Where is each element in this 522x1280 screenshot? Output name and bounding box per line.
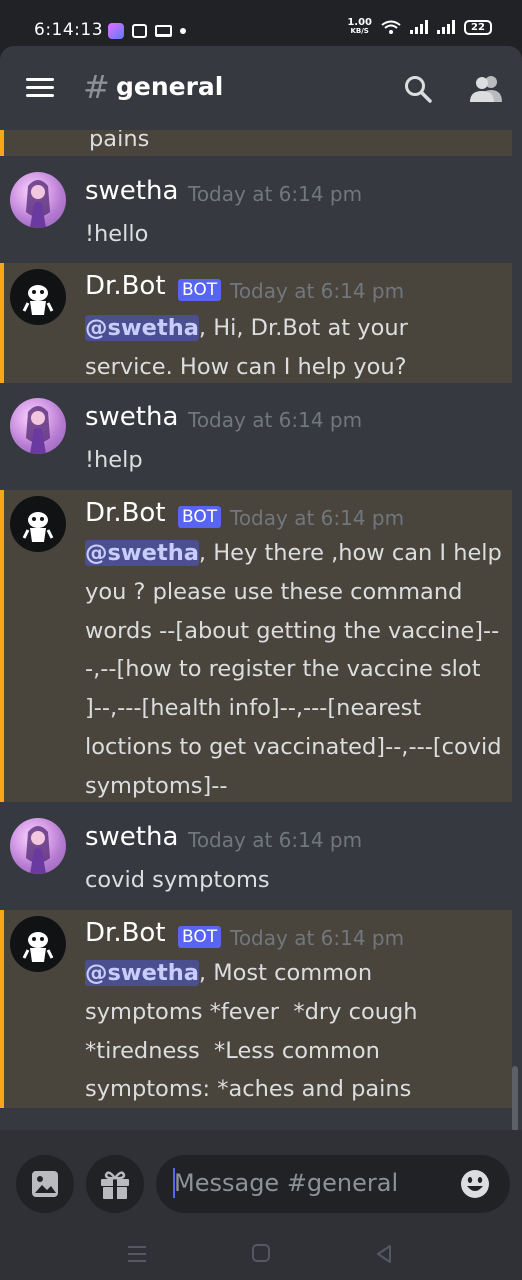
channel-header: # general: [0, 46, 522, 130]
gift-icon: [101, 1171, 129, 1199]
message-body: @swetha, Most common symptoms *fever *dr…: [85, 954, 495, 1109]
search-icon[interactable]: [404, 75, 432, 103]
user-mention[interactable]: @swetha: [85, 540, 199, 566]
avatar[interactable]: [10, 916, 66, 972]
message-input-placeholder: Message #general: [174, 1169, 399, 1197]
avatar[interactable]: [10, 398, 66, 454]
user-mention[interactable]: @swetha: [85, 315, 199, 341]
message-body: !help: [85, 447, 143, 473]
message-body: @swetha, Hey there ,how can I help you ?…: [85, 534, 503, 806]
bot-tag: BOT: [178, 926, 222, 948]
system-icons: 1.00 KB/S 22: [347, 18, 492, 36]
members-icon[interactable]: [470, 74, 502, 104]
message-composer: Message #general: [0, 1130, 522, 1230]
bot-avatar-image: [22, 285, 54, 315]
message-timestamp: Today at 6:14 pm: [188, 182, 363, 206]
net-speed: 1.00 KB/S: [347, 18, 372, 36]
message-timestamp: Today at 6:14 pm: [230, 506, 405, 530]
message-body: pains: [89, 130, 150, 152]
app-notification-icon: [108, 23, 124, 39]
avatar[interactable]: [10, 818, 66, 874]
author-name[interactable]: swetha: [85, 402, 178, 432]
status-bar: 6:14:13 1.00 KB/S 22: [0, 0, 522, 46]
message-body: @swetha, Hi, Dr.Bot at your service. How…: [85, 309, 495, 387]
signal-icon-2: [437, 20, 455, 34]
message-timestamp: Today at 6:14 pm: [230, 926, 405, 950]
more-notifications-icon: [180, 28, 186, 34]
channel-hash-icon: #: [83, 68, 110, 106]
menu-icon[interactable]: [26, 78, 54, 98]
author-name[interactable]: Dr.Bot: [85, 918, 166, 948]
notification-icons: [108, 22, 186, 40]
bot-tag: BOT: [178, 279, 222, 301]
message-item[interactable]: Dr.Bot BOT Today at 6:14 pm @swetha, Hey…: [0, 490, 512, 802]
image-upload-icon: [32, 1171, 58, 1197]
avatar[interactable]: [10, 269, 66, 325]
bot-avatar-image: [22, 512, 54, 542]
user-avatar-image: [26, 406, 50, 454]
user-avatar-image: [26, 180, 50, 228]
author-name[interactable]: Dr.Bot: [85, 271, 166, 301]
wifi-icon: [381, 20, 401, 34]
avatar[interactable]: [10, 172, 66, 228]
laptop-notification-icon: [155, 25, 172, 37]
author-name[interactable]: swetha: [85, 176, 178, 206]
author-name[interactable]: Dr.Bot: [85, 498, 166, 528]
user-avatar-image: [26, 826, 50, 874]
scrollbar[interactable]: [512, 1066, 518, 1130]
message-item[interactable]: Dr.Bot BOT Today at 6:14 pm @swetha, Hi,…: [0, 263, 512, 383]
message-timestamp: Today at 6:14 pm: [230, 279, 405, 303]
text-caret: [173, 1168, 175, 1198]
message-item[interactable]: swetha Today at 6:14 pm !hello: [0, 166, 512, 262]
battery-icon: 22: [464, 19, 492, 35]
screenshot-notification-icon: [132, 24, 147, 38]
signal-icon-1: [410, 20, 428, 34]
gift-button[interactable]: [86, 1155, 144, 1213]
message-item[interactable]: Dr.Bot BOT Today at 6:14 pm @swetha, Mos…: [0, 910, 512, 1108]
bot-tag: BOT: [178, 506, 222, 528]
message-list[interactable]: pains swetha Today at 6:14 pm !hello Dr.…: [0, 130, 522, 1130]
back-icon[interactable]: [374, 1244, 394, 1264]
emoji-icon[interactable]: [460, 1169, 490, 1199]
avatar[interactable]: [10, 496, 66, 552]
channel-title[interactable]: general: [116, 72, 223, 101]
home-icon[interactable]: [252, 1244, 270, 1262]
status-time: 6:14:13: [34, 20, 104, 40]
net-speed-unit: KB/S: [350, 27, 369, 35]
bot-avatar-image: [22, 932, 54, 962]
message-continuation: pains: [0, 130, 512, 156]
message-body: covid symptoms: [85, 867, 270, 893]
system-navigation-bar: [0, 1230, 522, 1280]
message-text: , Hey there ,how can I help you ? please…: [85, 540, 509, 799]
message-input[interactable]: Message #general: [156, 1155, 510, 1213]
image-upload-button[interactable]: [16, 1155, 74, 1213]
message-item[interactable]: swetha Today at 6:14 pm !help: [0, 392, 512, 488]
message-timestamp: Today at 6:14 pm: [188, 408, 363, 432]
recent-apps-icon[interactable]: [128, 1246, 146, 1262]
message-body: !hello: [85, 221, 149, 247]
message-item[interactable]: swetha Today at 6:14 pm covid symptoms: [0, 812, 512, 908]
user-mention[interactable]: @swetha: [85, 960, 199, 986]
author-name[interactable]: swetha: [85, 822, 178, 852]
message-timestamp: Today at 6:14 pm: [188, 828, 363, 852]
